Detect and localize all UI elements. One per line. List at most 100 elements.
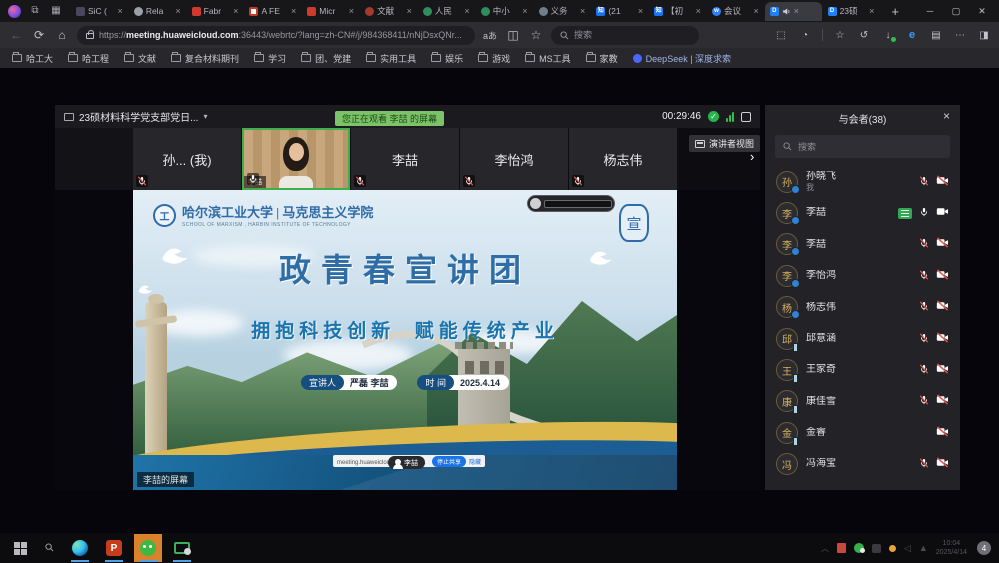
participant-row[interactable]: 李李怡鸿 — [765, 260, 960, 291]
camera-icon-off[interactable] — [936, 267, 949, 285]
browser-essentials-icon[interactable]: e — [905, 29, 919, 41]
browser-tab[interactable]: 知【初× — [649, 2, 706, 21]
participant-row[interactable]: 孙孙晓飞我 — [765, 166, 960, 197]
tray-wechat-icon[interactable] — [854, 543, 864, 553]
taskbar-wechat-icon[interactable] — [134, 534, 162, 562]
volume-tray-icon[interactable]: ◁ — [904, 543, 911, 554]
video-tile[interactable]: 李怡鸿 — [460, 128, 568, 190]
close-panel-icon[interactable]: × — [943, 110, 950, 122]
mic-icon-muted[interactable] — [919, 330, 929, 348]
bookmark-item[interactable]: 文献 — [124, 52, 156, 65]
search-input[interactable] — [574, 30, 690, 40]
lock-icon[interactable] — [86, 33, 94, 39]
favorite-star-icon[interactable]: ☆ — [528, 28, 544, 42]
participant-row[interactable]: 康康佳雪 — [765, 386, 960, 417]
camera-icon-off[interactable] — [936, 361, 949, 379]
chevron-down-icon[interactable]: ▾ — [203, 112, 207, 121]
tab-close-icon[interactable]: × — [869, 6, 874, 16]
video-tile[interactable]: 李喆 — [242, 128, 350, 190]
bookmark-item[interactable]: MS工具 — [525, 52, 571, 65]
browser-tab[interactable]: 知(21× — [591, 2, 648, 21]
volume-slider[interactable] — [544, 200, 612, 208]
browser-tab[interactable]: 文献× — [360, 2, 417, 21]
taskbar-edge-icon[interactable] — [66, 534, 94, 562]
camera-icon-off[interactable] — [936, 235, 949, 253]
meeting-title-group[interactable]: 23硕材料科学党支部党日... ▾ — [64, 109, 207, 124]
participant-row[interactable]: 邱邱意涵 — [765, 323, 960, 354]
browser-tab[interactable]: Rela× — [129, 2, 186, 21]
video-tile[interactable]: 孙... (我) — [133, 128, 241, 190]
tray-app-icon[interactable] — [837, 543, 846, 553]
browser-profile-avatar[interactable] — [8, 5, 21, 18]
start-button[interactable] — [14, 542, 27, 555]
mic-icon-muted[interactable] — [919, 267, 929, 285]
tab-close-icon[interactable]: × — [118, 6, 123, 16]
hidden-icons-chevron[interactable]: ︿ — [821, 543, 829, 554]
toolbar-search-box[interactable] — [551, 26, 699, 45]
tab-close-icon[interactable]: × — [638, 6, 643, 16]
tab-actions-icon[interactable]: ▦ — [49, 6, 63, 16]
tab-close-icon[interactable]: × — [464, 6, 469, 16]
tray-icon[interactable] — [872, 544, 881, 553]
tab-close-icon[interactable]: × — [233, 6, 238, 16]
address-bar[interactable]: https://meeting.huaweicloud.com:36443/we… — [77, 26, 475, 45]
bookmark-item-deepseek[interactable]: DeepSeek | 深度求索 — [633, 52, 731, 65]
camera-icon-off[interactable] — [936, 298, 949, 316]
bookmark-item[interactable]: 实用工具 — [366, 52, 416, 65]
network-tray-icon[interactable]: ▲ — [919, 543, 928, 553]
bookmark-item[interactable]: 娱乐 — [431, 52, 463, 65]
mic-icon-muted[interactable] — [919, 361, 929, 379]
tray-notification-dot[interactable] — [889, 545, 896, 552]
security-shield-icon[interactable]: ✓ — [708, 111, 719, 122]
taskbar-clock[interactable]: 10:04 2025/4/14 — [936, 539, 967, 558]
mic-icon-muted[interactable] — [919, 298, 929, 316]
taskbar-search-icon[interactable] — [45, 539, 54, 557]
camera-icon-off[interactable] — [936, 424, 949, 442]
tab-close-icon[interactable]: × — [407, 6, 412, 16]
volume-overlay[interactable] — [528, 196, 614, 211]
mic-icon-muted[interactable] — [919, 173, 929, 191]
more-icon[interactable]: ⋯ — [953, 30, 967, 41]
camera-icon-off[interactable] — [936, 173, 949, 191]
back-icon[interactable]: ← — [8, 28, 24, 42]
history-icon[interactable]: ↺ — [857, 30, 871, 41]
mic-icon[interactable] — [919, 204, 929, 222]
browser-tab[interactable]: 义务× — [534, 2, 591, 21]
bookmark-item[interactable]: 哈工大 — [12, 52, 53, 65]
filmstrip-next-icon[interactable]: › — [750, 149, 754, 164]
tab-close-icon[interactable]: × — [753, 6, 758, 16]
camera-icon-off[interactable] — [936, 455, 949, 473]
bookmark-item[interactable]: 哈工程 — [68, 52, 109, 65]
workspaces-icon[interactable]: ⧉ — [28, 6, 42, 16]
tab-close-icon[interactable]: × — [580, 6, 585, 16]
taskbar-powerpoint-icon[interactable]: P — [100, 534, 128, 562]
home-icon[interactable]: ⌂ — [54, 28, 70, 42]
participant-row[interactable]: 金金睿 — [765, 417, 960, 448]
fullscreen-icon[interactable] — [741, 112, 751, 122]
browser-tab[interactable]: 中小× — [476, 2, 533, 21]
browser-tab[interactable]: 人民× — [418, 2, 475, 21]
tab-close-icon[interactable]: × — [349, 6, 354, 16]
browser-tab[interactable]: D23硕× — [823, 2, 880, 21]
minimize-button[interactable]: ─ — [917, 0, 943, 22]
bookmark-item[interactable]: 复合材料期刊 — [171, 52, 239, 65]
bookmark-item[interactable]: 家教 — [586, 52, 618, 65]
mic-icon-muted[interactable] — [919, 235, 929, 253]
browser-tab[interactable]: Fabr× — [187, 2, 244, 21]
split-screen-icon[interactable]: ◫ — [505, 28, 521, 42]
hide-share-bar-button[interactable]: 隐藏 — [469, 457, 481, 466]
camera-icon-off[interactable] — [936, 330, 949, 348]
participant-row[interactable]: 杨杨志伟 — [765, 292, 960, 323]
collections-icon[interactable]: ▤ — [929, 30, 943, 41]
tab-close-icon[interactable]: × — [696, 6, 701, 16]
participant-row[interactable]: 王王家奇 — [765, 354, 960, 385]
participant-row[interactable]: 李李喆 — [765, 197, 960, 228]
downloads-icon[interactable]: ↓ — [881, 30, 895, 41]
browser-tab[interactable]: D× — [765, 2, 822, 21]
tab-close-icon[interactable]: × — [522, 6, 527, 16]
stop-sharing-button[interactable]: 停止共享 — [432, 456, 466, 467]
video-tile[interactable]: 李喆 — [351, 128, 459, 190]
copilot-icon[interactable]: ◔ — [798, 30, 812, 41]
participants-search-box[interactable] — [775, 135, 950, 158]
browser-tab[interactable]: Micr× — [302, 2, 359, 21]
